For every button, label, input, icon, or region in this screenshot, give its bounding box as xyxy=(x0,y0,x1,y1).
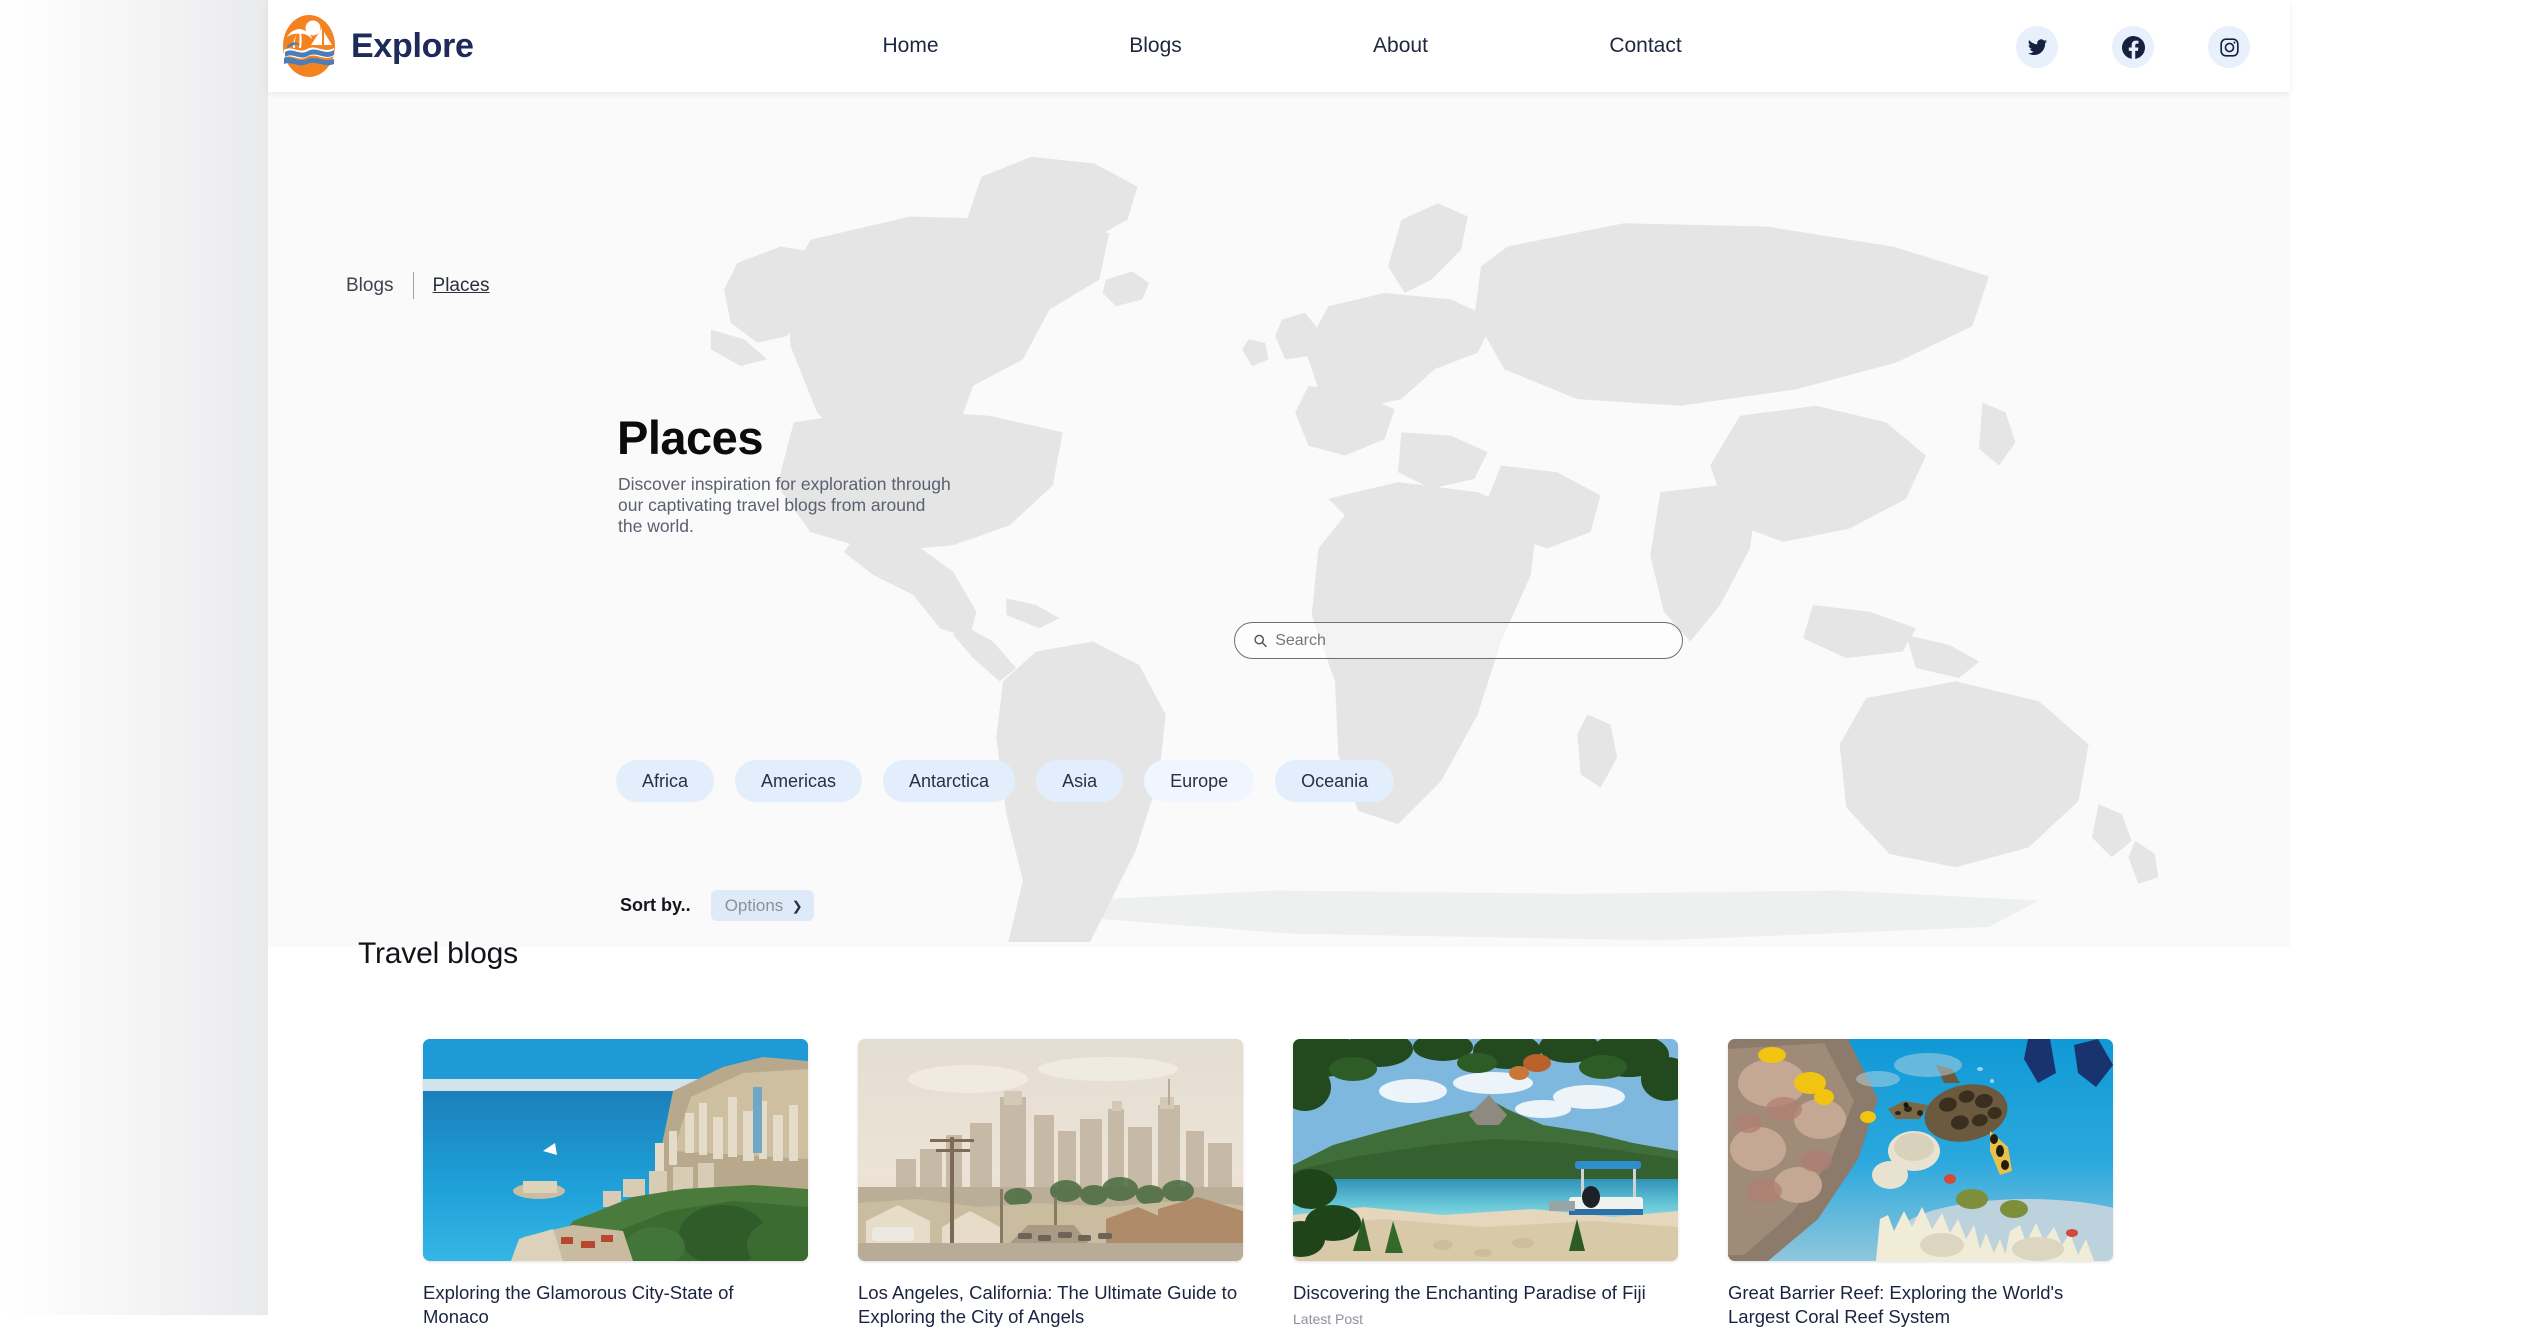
blog-card-title: Los Angeles, California: The Ultimate Gu… xyxy=(858,1282,1238,1328)
sort-select-wrap: Options ❯ xyxy=(710,890,814,921)
hero-section: Blogs Places Places Discover inspiration… xyxy=(268,92,2290,947)
blog-card[interactable]: Los Angeles, California: The Ultimate Gu… xyxy=(858,1039,1243,1330)
blog-card-subtitle: Latest Post xyxy=(1293,1311,1364,1328)
chip-asia[interactable]: Asia xyxy=(1036,760,1124,802)
blog-card-title: Exploring the Glamorous City-State of Mo… xyxy=(423,1282,734,1328)
sort-select[interactable]: Options xyxy=(710,890,814,921)
los-angeles-skyline-image xyxy=(858,1039,1243,1261)
twitter-icon xyxy=(2027,38,2047,55)
section-title: Travel blogs xyxy=(358,937,518,970)
page-left-gutter xyxy=(0,0,268,1315)
chip-antarctica[interactable]: Antarctica xyxy=(883,760,1016,802)
nav-item-contact[interactable]: Contact xyxy=(1523,34,1768,58)
breadcrumb-root[interactable]: Blogs xyxy=(346,275,394,297)
search-input[interactable] xyxy=(1275,631,1664,650)
chip-europe[interactable]: Europe xyxy=(1144,760,1255,802)
blog-card-title: Discovering the Enchanting Paradise of F… xyxy=(1293,1282,1646,1303)
breadcrumb: Blogs Places xyxy=(346,272,490,299)
breadcrumb-current[interactable]: Places xyxy=(433,275,490,297)
facebook-link[interactable] xyxy=(2112,26,2154,68)
page-title: Places xyxy=(617,411,763,464)
continent-filter-chips: Africa Americas Antarctica Asia Europe O… xyxy=(616,760,1395,802)
instagram-icon xyxy=(2219,37,2239,57)
nav-item-home[interactable]: Home xyxy=(788,34,1033,58)
twitter-link[interactable] xyxy=(2016,26,2058,68)
nav-item-about[interactable]: About xyxy=(1278,34,1523,58)
chip-americas[interactable]: Americas xyxy=(735,760,863,802)
search-icon xyxy=(1254,634,1267,648)
blog-card-list: Exploring the Glamorous City-State of Mo… xyxy=(423,1039,2113,1330)
fiji-beach-image xyxy=(1293,1039,1678,1261)
sort-label: Sort by.. xyxy=(620,895,691,915)
travel-blogs-section: Travel blogs Exploring the Glamorous Cit… xyxy=(268,937,2290,1327)
page-description: Discover inspiration for exploration thr… xyxy=(618,474,951,536)
chip-africa[interactable]: Africa xyxy=(616,760,715,802)
blog-card[interactable]: Exploring the Glamorous City-State of Mo… xyxy=(423,1039,808,1330)
nav-item-blogs[interactable]: Blogs xyxy=(1033,34,1278,58)
social-links xyxy=(2016,26,2250,68)
instagram-link[interactable] xyxy=(2208,26,2250,68)
chip-oceania[interactable]: Oceania xyxy=(1275,760,1395,802)
great-barrier-reef-image xyxy=(1728,1039,2113,1261)
monaco-coastline-image xyxy=(423,1039,808,1261)
site-header: Explore Home Blogs About Contact xyxy=(268,0,2290,92)
blog-card[interactable]: Great Barrier Reef: Exploring the World'… xyxy=(1728,1039,2113,1330)
facebook-icon xyxy=(2121,35,2145,59)
breadcrumb-separator xyxy=(412,272,414,299)
sort-bar: Sort by.. Options ❯ xyxy=(620,890,814,921)
blog-card[interactable]: Discovering the Enchanting Paradise of F… xyxy=(1293,1039,1678,1330)
main-nav: Home Blogs About Contact xyxy=(788,0,1768,92)
page-right-gutter xyxy=(2287,0,2537,1315)
search-box[interactable] xyxy=(1234,622,1683,659)
search-container xyxy=(1234,622,1683,659)
blog-card-title: Great Barrier Reef: Exploring the World'… xyxy=(1728,1282,2064,1328)
brand-logo[interactable]: Explore xyxy=(280,14,474,78)
brand-name: Explore xyxy=(351,26,474,65)
explore-beach-logo-icon xyxy=(283,15,335,77)
